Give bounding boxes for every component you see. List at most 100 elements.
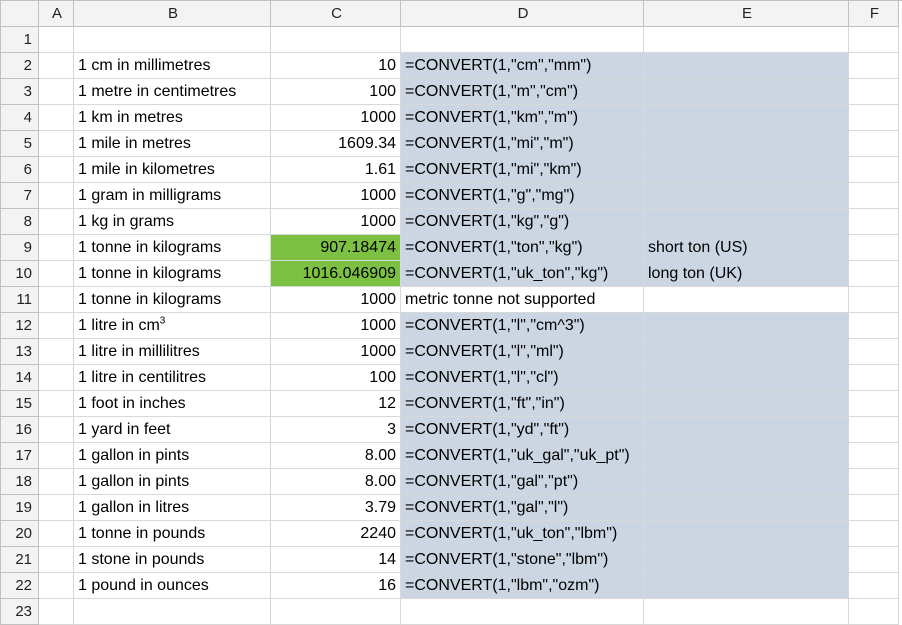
cell-A22[interactable] — [39, 573, 74, 599]
cell-F1[interactable] — [849, 27, 899, 53]
row-header-17[interactable]: 17 — [1, 443, 39, 469]
cell-D6[interactable]: =CONVERT(1,"mi","km") — [401, 157, 644, 183]
cell-A11[interactable] — [39, 287, 74, 313]
row-header-6[interactable]: 6 — [1, 157, 39, 183]
cell-C11[interactable]: 1000 — [271, 287, 401, 313]
cell-F2[interactable] — [849, 53, 899, 79]
cell-E22[interactable] — [644, 573, 849, 599]
row-header-22[interactable]: 22 — [1, 573, 39, 599]
cell-C19[interactable]: 3.79 — [271, 495, 401, 521]
cell-F20[interactable] — [849, 521, 899, 547]
cell-E3[interactable] — [644, 79, 849, 105]
cell-F10[interactable] — [849, 261, 899, 287]
cell-C4[interactable]: 1000 — [271, 105, 401, 131]
cell-B19[interactable]: 1 gallon in litres — [74, 495, 271, 521]
column-header-D[interactable]: D — [401, 1, 644, 27]
cell-D9[interactable]: =CONVERT(1,"ton","kg") — [401, 235, 644, 261]
column-header-E[interactable]: E — [644, 1, 849, 27]
spreadsheet-grid[interactable]: ABCDEF121 cm in millimetres10=CONVERT(1,… — [0, 0, 902, 625]
cell-A18[interactable] — [39, 469, 74, 495]
cell-D10[interactable]: =CONVERT(1,"uk_ton","kg") — [401, 261, 644, 287]
cell-F21[interactable] — [849, 547, 899, 573]
cell-A13[interactable] — [39, 339, 74, 365]
cell-B5[interactable]: 1 mile in metres — [74, 131, 271, 157]
cell-B15[interactable]: 1 foot in inches — [74, 391, 271, 417]
cell-D23[interactable] — [401, 599, 644, 625]
column-header-A[interactable]: A — [39, 1, 74, 27]
cell-C23[interactable] — [271, 599, 401, 625]
cell-D15[interactable]: =CONVERT(1,"ft","in") — [401, 391, 644, 417]
row-header-7[interactable]: 7 — [1, 183, 39, 209]
cell-D1[interactable] — [401, 27, 644, 53]
row-header-5[interactable]: 5 — [1, 131, 39, 157]
cell-B17[interactable]: 1 gallon in pints — [74, 443, 271, 469]
row-header-10[interactable]: 10 — [1, 261, 39, 287]
cell-B4[interactable]: 1 km in metres — [74, 105, 271, 131]
cell-B2[interactable]: 1 cm in millimetres — [74, 53, 271, 79]
cell-B9[interactable]: 1 tonne in kilograms — [74, 235, 271, 261]
cell-D16[interactable]: =CONVERT(1,"yd","ft") — [401, 417, 644, 443]
cell-D21[interactable]: =CONVERT(1,"stone","lbm") — [401, 547, 644, 573]
cell-C17[interactable]: 8.00 — [271, 443, 401, 469]
cell-C8[interactable]: 1000 — [271, 209, 401, 235]
cell-C15[interactable]: 12 — [271, 391, 401, 417]
cell-F16[interactable] — [849, 417, 899, 443]
cell-C5[interactable]: 1609.34 — [271, 131, 401, 157]
cell-A10[interactable] — [39, 261, 74, 287]
row-header-12[interactable]: 12 — [1, 313, 39, 339]
row-header-13[interactable]: 13 — [1, 339, 39, 365]
row-header-23[interactable]: 23 — [1, 599, 39, 625]
cell-C13[interactable]: 1000 — [271, 339, 401, 365]
cell-E16[interactable] — [644, 417, 849, 443]
cell-F23[interactable] — [849, 599, 899, 625]
cell-E19[interactable] — [644, 495, 849, 521]
cell-B16[interactable]: 1 yard in feet — [74, 417, 271, 443]
cell-C2[interactable]: 10 — [271, 53, 401, 79]
row-header-21[interactable]: 21 — [1, 547, 39, 573]
cell-A3[interactable] — [39, 79, 74, 105]
cell-C3[interactable]: 100 — [271, 79, 401, 105]
row-header-19[interactable]: 19 — [1, 495, 39, 521]
cell-D19[interactable]: =CONVERT(1,"gal","l") — [401, 495, 644, 521]
row-header-15[interactable]: 15 — [1, 391, 39, 417]
cell-E20[interactable] — [644, 521, 849, 547]
cell-B6[interactable]: 1 mile in kilometres — [74, 157, 271, 183]
cell-C9[interactable]: 907.18474 — [271, 235, 401, 261]
cell-E7[interactable] — [644, 183, 849, 209]
cell-F14[interactable] — [849, 365, 899, 391]
cell-D13[interactable]: =CONVERT(1,"l","ml") — [401, 339, 644, 365]
cell-E10[interactable]: long ton (UK) — [644, 261, 849, 287]
cell-C6[interactable]: 1.61 — [271, 157, 401, 183]
cell-F5[interactable] — [849, 131, 899, 157]
row-header-8[interactable]: 8 — [1, 209, 39, 235]
cell-A14[interactable] — [39, 365, 74, 391]
cell-B1[interactable] — [74, 27, 271, 53]
cell-C14[interactable]: 100 — [271, 365, 401, 391]
cell-C21[interactable]: 14 — [271, 547, 401, 573]
cell-D22[interactable]: =CONVERT(1,"lbm","ozm") — [401, 573, 644, 599]
cell-C16[interactable]: 3 — [271, 417, 401, 443]
cell-D14[interactable]: =CONVERT(1,"l","cl") — [401, 365, 644, 391]
row-header-11[interactable]: 11 — [1, 287, 39, 313]
cell-E1[interactable] — [644, 27, 849, 53]
cell-B14[interactable]: 1 litre in centilitres — [74, 365, 271, 391]
cell-E2[interactable] — [644, 53, 849, 79]
corner-cell[interactable] — [1, 1, 39, 27]
cell-D18[interactable]: =CONVERT(1,"gal","pt") — [401, 469, 644, 495]
cell-E6[interactable] — [644, 157, 849, 183]
cell-A7[interactable] — [39, 183, 74, 209]
cell-E13[interactable] — [644, 339, 849, 365]
cell-C1[interactable] — [271, 27, 401, 53]
cell-E21[interactable] — [644, 547, 849, 573]
row-header-2[interactable]: 2 — [1, 53, 39, 79]
cell-C10[interactable]: 1016.046909 — [271, 261, 401, 287]
cell-D5[interactable]: =CONVERT(1,"mi","m") — [401, 131, 644, 157]
cell-F4[interactable] — [849, 105, 899, 131]
cell-A2[interactable] — [39, 53, 74, 79]
cell-E4[interactable] — [644, 105, 849, 131]
cell-E5[interactable] — [644, 131, 849, 157]
cell-C12[interactable]: 1000 — [271, 313, 401, 339]
row-header-20[interactable]: 20 — [1, 521, 39, 547]
cell-B8[interactable]: 1 kg in grams — [74, 209, 271, 235]
cell-F18[interactable] — [849, 469, 899, 495]
